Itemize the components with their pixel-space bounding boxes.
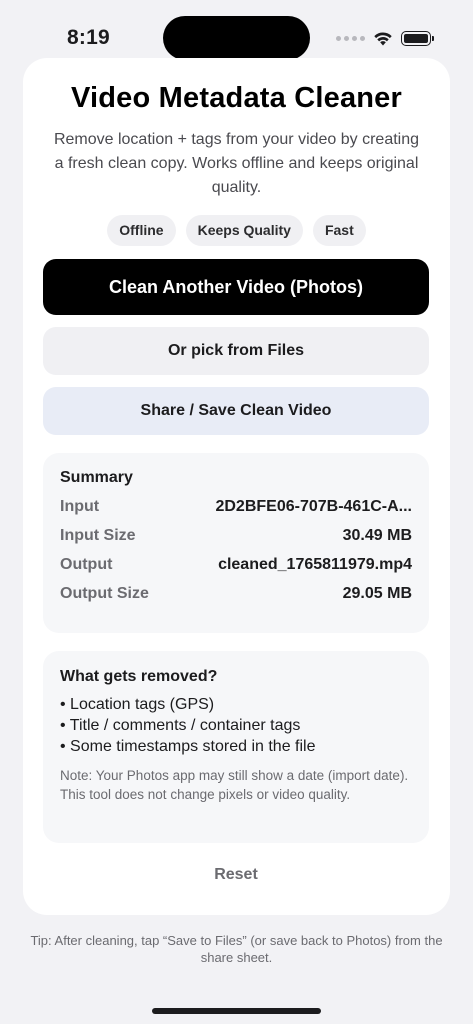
- summary-label: Input: [60, 498, 100, 515]
- list-item: • Title / comments / container tags: [60, 717, 301, 734]
- summary-label: Output Size: [60, 585, 149, 602]
- battery-icon: [401, 30, 434, 46]
- summary-row-input-size: Input Size 30.49 MB: [60, 527, 412, 545]
- page-title: Video Metadata Cleaner: [70, 82, 403, 114]
- summary-row-input: Input 2D2BFE06-707B-461C-A...: [60, 498, 412, 516]
- removed-title: What gets removed?: [60, 668, 218, 685]
- summary-label: Output: [60, 556, 113, 573]
- status-time: 8:19: [67, 26, 110, 49]
- summary-value: cleaned_1765811979.mp4: [218, 556, 412, 573]
- removed-note: Note: Your Photos app may still show a d…: [60, 768, 409, 802]
- chip-fast: Fast: [312, 215, 366, 246]
- screen: 8:19 Video Metadata Cleaner Remove locat…: [0, 0, 473, 1024]
- summary-title: Summary: [60, 469, 133, 486]
- summary-row-output-size: Output Size 29.05 MB: [60, 585, 412, 603]
- summary-value: 30.49 MB: [342, 527, 412, 544]
- home-indicator[interactable]: [152, 1008, 321, 1014]
- chip-offline: Offline: [107, 215, 176, 246]
- what-gets-removed-panel: What gets removed? • Location tags (GPS)…: [43, 651, 429, 843]
- signal-dots-icon: [336, 35, 365, 41]
- wifi-icon: [373, 31, 393, 46]
- status-icons: [336, 28, 434, 48]
- chip-keeps-quality: Keeps Quality: [185, 215, 303, 246]
- pick-from-files-button[interactable]: Or pick from Files: [43, 327, 429, 375]
- summary-row-output: Output cleaned_1765811979.mp4: [60, 556, 412, 574]
- page-subtitle: Remove location + tags from your video b…: [53, 131, 420, 196]
- clean-another-video-button[interactable]: Clean Another Video (Photos): [43, 259, 429, 315]
- removed-list: • Location tags (GPS) • Title / comments…: [60, 694, 412, 757]
- summary-label: Input Size: [60, 527, 136, 544]
- summary-value: 2D2BFE06-707B-461C-A...: [215, 498, 412, 515]
- summary-panel: Summary Input 2D2BFE06-707B-461C-A... In…: [43, 453, 429, 633]
- list-item: • Location tags (GPS): [60, 696, 215, 713]
- feature-chips: Offline Keeps Quality Fast: [0, 215, 473, 246]
- tip-text: Tip: After cleaning, tap “Save to Files”…: [30, 933, 443, 965]
- summary-value: 29.05 MB: [342, 585, 412, 602]
- dynamic-island: [163, 16, 310, 60]
- reset-button[interactable]: Reset: [186, 862, 286, 888]
- share-save-button[interactable]: Share / Save Clean Video: [43, 387, 429, 435]
- list-item: • Some timestamps stored in the file: [60, 738, 316, 755]
